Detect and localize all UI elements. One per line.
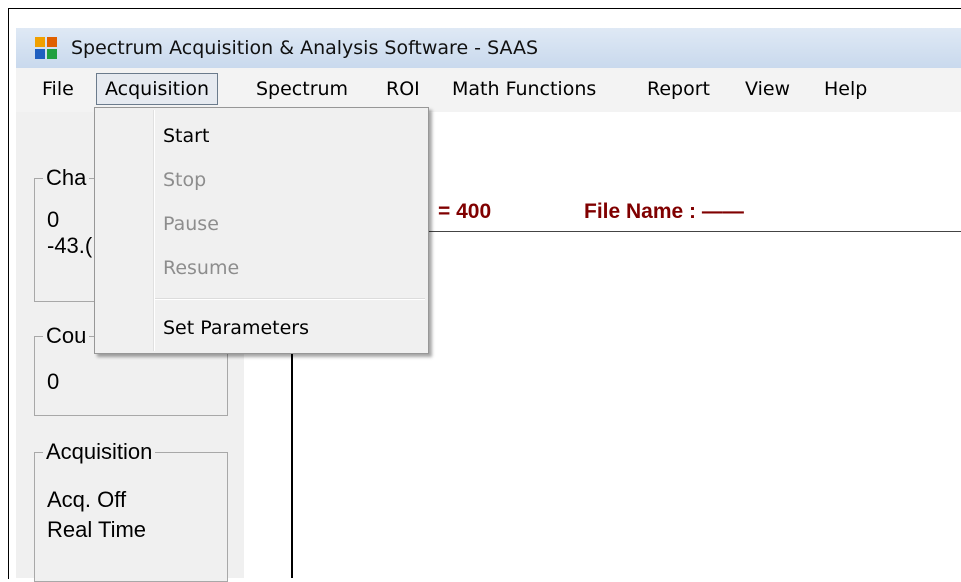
menu-help[interactable]: Help — [818, 73, 873, 105]
channel-value: 0 — [47, 207, 60, 232]
channels-info: = 400 — [438, 200, 492, 223]
acquisition-status: Acq. Off — [47, 487, 127, 512]
title-bar: Spectrum Acquisition & Analysis Software… — [16, 28, 961, 68]
file-name-info: File Name : —— — [584, 200, 744, 223]
menu-item-stop[interactable]: Stop — [163, 167, 206, 193]
menu-item-resume[interactable]: Resume — [163, 255, 239, 281]
menu-separator — [155, 298, 425, 300]
acquisition-mode: Real Time — [47, 517, 147, 542]
energy-value: -43.( — [47, 233, 93, 258]
menu-roi[interactable]: ROI — [380, 73, 426, 105]
menu-item-set-parameters[interactable]: Set Parameters — [163, 315, 309, 341]
menu-spectrum[interactable]: Spectrum — [250, 73, 354, 105]
acquisition-group-title: Acquisition — [43, 439, 156, 465]
menu-acquisition[interactable]: Acquisition — [96, 73, 219, 105]
menu-item-start[interactable]: Start — [163, 123, 209, 149]
counts-group-title: Cou — [43, 323, 90, 349]
menu-item-pause[interactable]: Pause — [163, 211, 219, 237]
acquisition-dropdown-menu: Start Stop Pause Resume Set Parameters — [94, 107, 429, 354]
counts-value: 0 — [47, 369, 60, 394]
channel-group-title: Cha — [43, 165, 90, 191]
menu-view[interactable]: View — [739, 73, 796, 105]
app-logo-icon — [35, 37, 57, 59]
window-title: Spectrum Acquisition & Analysis Software… — [71, 37, 539, 59]
menu-icon-gutter — [153, 110, 155, 351]
acquisition-groupbox: Acquisition Acq. Off Real Time — [34, 439, 228, 582]
menu-file[interactable]: File — [36, 73, 80, 105]
menu-report[interactable]: Report — [641, 73, 716, 105]
menu-math-functions[interactable]: Math Functions — [446, 73, 602, 105]
